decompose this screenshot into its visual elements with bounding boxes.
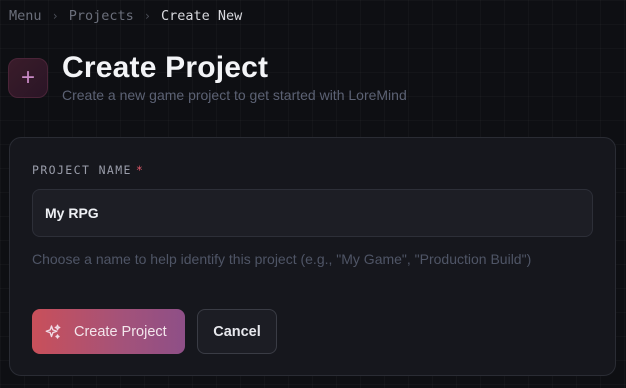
project-name-help-text: Choose a name to help identify this proj… (32, 251, 532, 267)
sparkles-icon (44, 323, 62, 341)
create-project-form: PROJECT NAME* Choose a name to help iden… (9, 137, 616, 376)
breadcrumb: Menu › Projects › Create New (9, 7, 242, 25)
breadcrumb-separator-icon: › (143, 9, 152, 23)
project-name-label-text: PROJECT NAME (32, 163, 132, 177)
cancel-button[interactable]: Cancel (197, 309, 277, 354)
breadcrumb-item-projects[interactable]: Projects (69, 8, 134, 24)
page-header: + Create Project Create a new game proje… (8, 50, 407, 104)
create-project-button[interactable]: Create Project (32, 309, 185, 354)
create-project-button-label: Create Project (74, 323, 167, 340)
header-text: Create Project Create a new game project… (62, 50, 407, 104)
page-title: Create Project (62, 51, 269, 84)
breadcrumb-separator-icon: › (51, 9, 59, 23)
page-subtitle: Create a new game project to get started… (62, 87, 407, 103)
breadcrumb-item-menu[interactable]: Menu (9, 8, 42, 24)
required-marker: * (135, 163, 145, 177)
plus-glyph: + (20, 64, 35, 91)
project-name-label: PROJECT NAME * (32, 163, 144, 177)
breadcrumb-item-current: Create New (161, 8, 243, 24)
project-name-input[interactable] (32, 189, 593, 237)
plus-icon: + (8, 58, 48, 98)
